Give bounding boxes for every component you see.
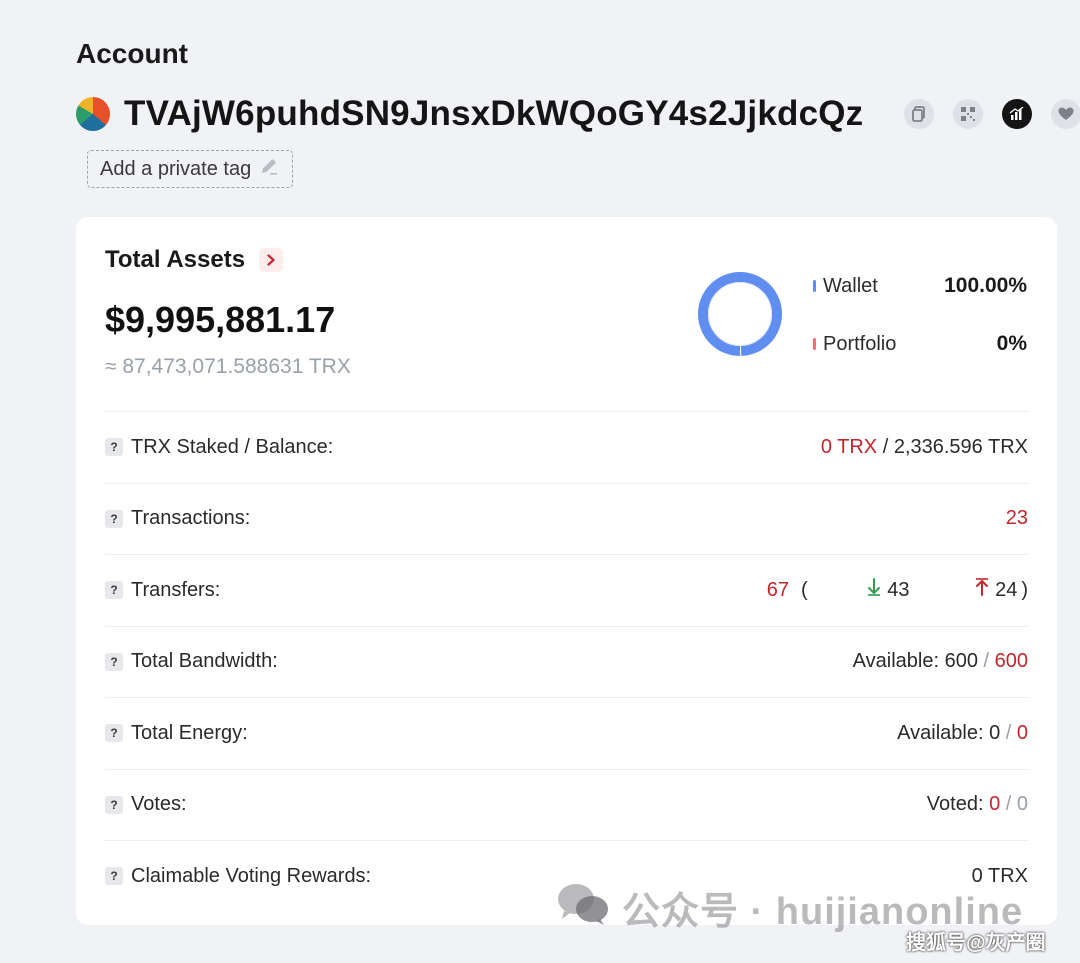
energy-separator: / — [1000, 721, 1017, 744]
row-label: TRX Staked / Balance: — [131, 435, 334, 458]
legend-wallet-value: 100.00% — [944, 274, 1027, 297]
row-label: Total Energy: — [131, 721, 248, 744]
legend-wallet-marker — [813, 280, 816, 292]
heart-icon[interactable] — [1051, 99, 1080, 129]
legend-portfolio-value: 0% — [996, 332, 1027, 355]
chevron-right-icon[interactable] — [259, 248, 284, 272]
arrow-down-icon — [812, 555, 882, 625]
transfers-open-paren: ( — [801, 578, 808, 601]
help-icon[interactable]: ? — [105, 867, 123, 886]
help-icon[interactable]: ? — [105, 438, 123, 457]
row-label: Transactions: — [131, 507, 251, 530]
help-icon[interactable]: ? — [105, 509, 123, 528]
legend-portfolio: Portfolio 0% — [813, 329, 1027, 359]
row-label: Total Bandwidth: — [131, 650, 278, 673]
help-icon[interactable]: ? — [105, 652, 123, 671]
total-assets-heading: Total Assets — [105, 246, 284, 274]
analytics-icon[interactable] — [1002, 99, 1033, 129]
help-icon[interactable]: ? — [105, 724, 123, 743]
votes-separator: / — [1000, 793, 1017, 816]
energy-limit: 0 — [1016, 721, 1028, 744]
qr-code-icon[interactable] — [953, 99, 984, 129]
votes-voted: 0 — [989, 793, 1001, 816]
legend-wallet: Wallet 100.00% — [813, 271, 1027, 301]
donut-wallet-arc — [698, 272, 782, 356]
transfers-out-count: 24 — [995, 578, 1018, 601]
wechat-icon — [556, 881, 610, 935]
row-transactions: ? Transactions: 23 — [105, 482, 1028, 555]
row-label: Transfers: — [131, 578, 221, 601]
energy-available: Available: 0 — [897, 721, 1001, 744]
account-address: TVAjW6puhdSN9JnsxDkWQoGY4s2JjkdcQz — [124, 94, 864, 133]
staked-separator: / — [877, 435, 894, 458]
row-votes: ? Votes: Voted: 0 / 0 — [105, 768, 1028, 841]
help-icon[interactable]: ? — [105, 795, 123, 814]
account-summary-card: Total Assets $9,995,881.17 ≈ 87,473,071.… — [76, 217, 1057, 925]
row-label: Claimable Voting Rewards: — [131, 864, 372, 887]
arrow-up-icon — [920, 555, 990, 625]
votes-prefix: Voted: — [926, 793, 990, 816]
bandwidth-separator: / — [977, 650, 995, 673]
staked-value[interactable]: 0 TRX — [821, 436, 877, 459]
address-row: TVAjW6puhdSN9JnsxDkWQoGY4s2JjkdcQz — [76, 92, 1080, 136]
pencil-icon — [259, 156, 279, 182]
sohu-watermark: 搜狐号@灰产圈 — [906, 932, 1046, 954]
legend-wallet-label: Wallet — [823, 274, 878, 297]
total-assets-trx: ≈ 87,473,071.588631 TRX — [105, 355, 351, 378]
row-label: Votes: — [131, 793, 187, 816]
bandwidth-limit: 600 — [994, 650, 1028, 673]
page-title: Account — [76, 38, 188, 69]
total-assets-title: Total Assets — [105, 246, 246, 273]
asset-distribution-donut — [698, 272, 782, 356]
copy-icon[interactable] — [904, 99, 935, 129]
row-transfers: ? Transfers: 67 ( 43 24 ) — [105, 554, 1028, 626]
total-assets-usd: $9,995,881.17 — [105, 299, 336, 340]
legend-portfolio-marker — [813, 338, 816, 350]
add-private-tag-button[interactable]: Add a private tag — [87, 150, 293, 188]
help-icon[interactable]: ? — [105, 581, 123, 600]
votes-total: 0 — [1016, 793, 1028, 816]
bandwidth-available: Available: 600 — [852, 650, 978, 673]
row-total-bandwidth: ? Total Bandwidth: Available: 600 / 600 — [105, 625, 1028, 698]
transfers-total[interactable]: 67 — [767, 579, 789, 602]
account-details-list: ? TRX Staked / Balance: 0 TRX / 2,336.596… — [105, 411, 1028, 912]
row-total-energy: ? Total Energy: Available: 0 / 0 — [105, 697, 1028, 769]
transactions-count[interactable]: 23 — [1006, 507, 1028, 530]
balance-value: 2,336.596 TRX — [893, 435, 1028, 458]
legend-portfolio-label: Portfolio — [823, 332, 897, 355]
transfers-close-paren: ) — [1021, 578, 1028, 601]
asset-legend: Wallet 100.00% Portfolio 0% — [813, 271, 1027, 387]
transfers-in-count: 43 — [887, 578, 910, 601]
row-trx-staked-balance: ? TRX Staked / Balance: 0 TRX / 2,336.596… — [105, 411, 1028, 483]
add-private-tag-label: Add a private tag — [100, 157, 252, 180]
avatar — [76, 97, 110, 131]
